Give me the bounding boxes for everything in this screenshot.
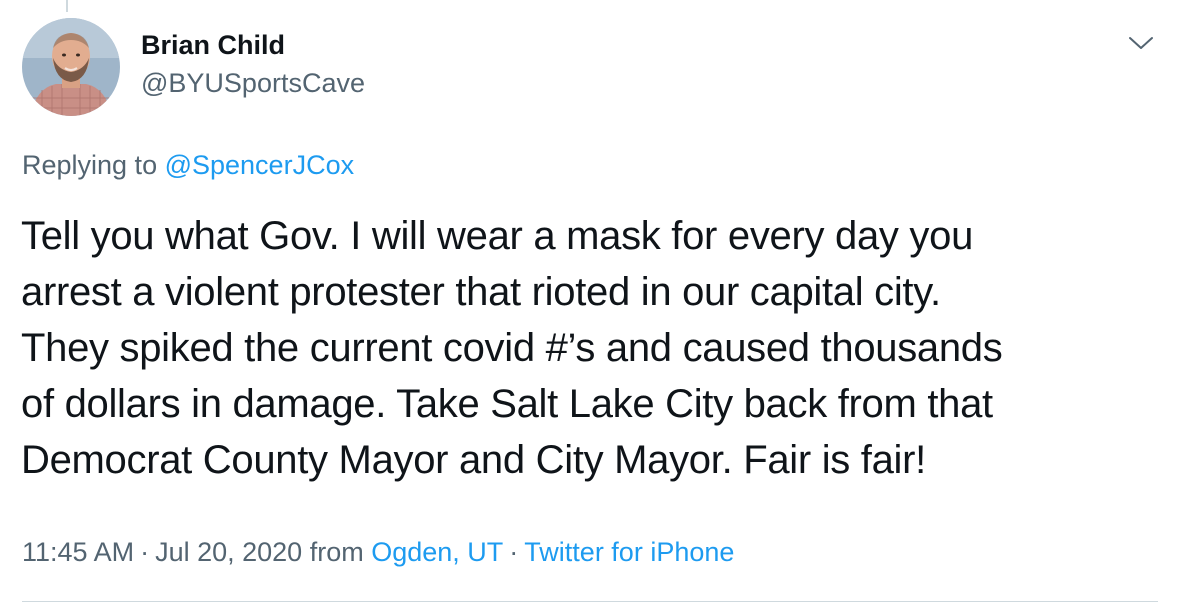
thread-connector-line (66, 0, 68, 12)
replying-to-label: Replying to (22, 150, 165, 180)
tweet-time[interactable]: 11:45 AM (22, 537, 134, 567)
author-display-name[interactable]: Brian Child (141, 30, 285, 61)
tweet-date[interactable]: Jul 20, 2020 (155, 537, 302, 567)
replying-to: Replying to @SpencerJCox (22, 150, 354, 181)
chevron-down-icon (1129, 37, 1153, 49)
divider (22, 601, 1158, 602)
more-options-button[interactable] (1124, 28, 1158, 58)
location-link[interactable]: Ogden, UT (371, 537, 503, 567)
tweet-text-line: Tell you what Gov. I will wear a mask fo… (21, 214, 974, 258)
separator-dot: · (509, 537, 519, 567)
tweet-text-line: Democrat County Mayor and City Mayor. Fa… (21, 438, 926, 482)
tweet-text-line: They spiked the current covid #’s and ca… (21, 326, 1003, 370)
tweet-text-line: arrest a violent protester that rioted i… (21, 270, 941, 314)
from-label: from (309, 537, 364, 567)
reply-mention-link[interactable]: @SpencerJCox (165, 150, 355, 180)
avatar[interactable] (22, 18, 120, 116)
tweet-text: Tell you what Gov. I will wear a mask fo… (21, 208, 1161, 488)
separator-dot: · (140, 537, 150, 567)
author-handle[interactable]: @BYUSportsCave (141, 68, 365, 99)
tweet-metadata: 11:45 AM · Jul 20, 2020 from Ogden, UT · Twi… (22, 537, 734, 568)
source-app-link[interactable]: Twitter for iPhone (524, 537, 734, 567)
tweet-text-line: of dollars in damage. Take Salt Lake Cit… (21, 382, 993, 426)
